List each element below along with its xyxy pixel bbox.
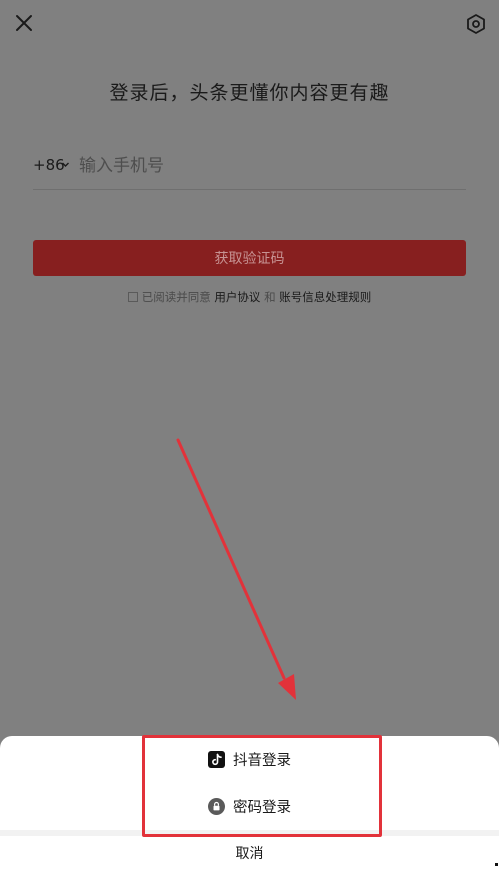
account-info-rules-link[interactable]: 账号信息处理规则: [279, 290, 371, 304]
agreement-and: 和: [264, 290, 276, 304]
agreement-prefix: 已阅读并同意: [141, 290, 211, 304]
get-verification-code-button[interactable]: 获取验证码: [33, 240, 466, 276]
chevron-down-icon[interactable]: [61, 160, 70, 169]
agreement-row: 已阅读并同意 用户协议 和 账号信息处理规则: [0, 289, 499, 305]
settings-button[interactable]: [465, 13, 487, 35]
corner-dot: [495, 863, 498, 866]
page-title: 登录后，头条更懂你内容更有趣: [109, 82, 390, 104]
phone-input-row: +86: [33, 146, 466, 190]
user-agreement-link[interactable]: 用户协议: [214, 290, 260, 304]
settings-hexagon-icon: [467, 14, 485, 34]
agreement-checkbox[interactable]: [127, 292, 138, 302]
country-code-selector[interactable]: +86: [33, 156, 65, 174]
phone-number-input[interactable]: [79, 150, 459, 182]
cancel-button[interactable]: 取消: [0, 836, 499, 870]
close-icon: [16, 15, 32, 31]
annotation-highlight-box: [142, 735, 382, 837]
login-page: 登录后，头条更懂你内容更有趣 +86 获取验证码 已阅读并同意 用户协议 和 账…: [0, 0, 499, 872]
close-button[interactable]: [14, 13, 34, 33]
